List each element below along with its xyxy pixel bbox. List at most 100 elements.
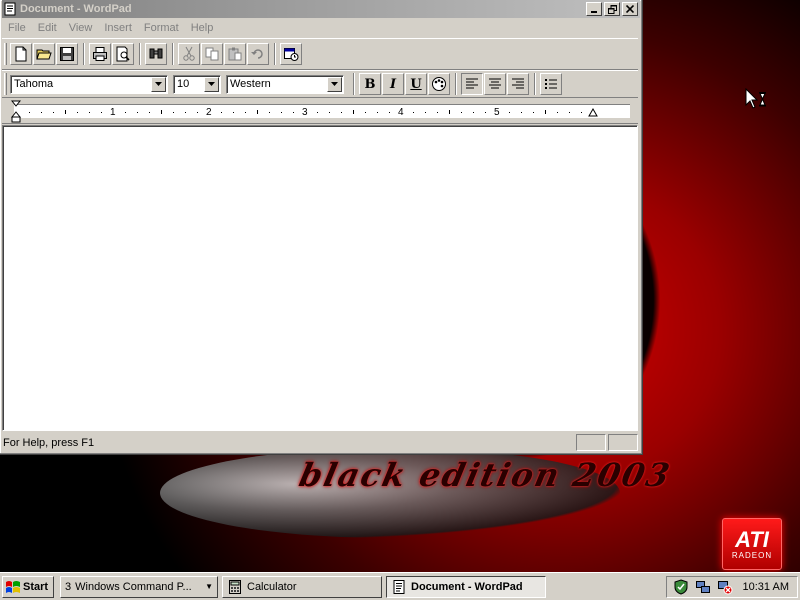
clock[interactable]: 10:31 AM — [743, 581, 789, 593]
start-button[interactable]: Start — [2, 575, 54, 598]
align-right-button[interactable] — [507, 73, 529, 95]
restore-button[interactable] — [604, 2, 620, 16]
bold-button[interactable]: B — [359, 73, 381, 95]
system-tray: 10:31 AM — [666, 575, 798, 598]
toolbar-separator — [274, 43, 276, 65]
ruler-tick — [65, 110, 66, 114]
standard-toolbar — [2, 38, 638, 70]
network-disconnected-icon[interactable] — [717, 579, 733, 595]
align-right-icon — [512, 78, 524, 89]
ruler-tick — [137, 112, 138, 113]
print-button[interactable] — [89, 43, 111, 65]
open-button[interactable] — [33, 43, 55, 65]
size-dropdown-arrow[interactable] — [204, 76, 219, 92]
ruler-tick — [317, 112, 318, 113]
paste-button[interactable] — [224, 43, 246, 65]
title-bar[interactable]: Document - WordPad — [2, 0, 640, 18]
ruler-tick — [521, 112, 522, 113]
print-preview-icon — [116, 46, 130, 62]
minimize-button[interactable] — [586, 2, 602, 16]
new-button[interactable] — [10, 43, 32, 65]
ruler-tick — [581, 112, 582, 113]
task-label: Document - WordPad — [411, 580, 523, 593]
menu-file[interactable]: File — [2, 22, 32, 34]
copy-icon — [205, 47, 219, 61]
ruler-tick — [41, 112, 42, 113]
status-bar: For Help, press F1 — [2, 433, 638, 452]
open-folder-icon — [36, 49, 52, 60]
cut-button[interactable] — [178, 43, 200, 65]
underline-label: U — [410, 76, 422, 92]
toolbar-separator — [455, 73, 457, 95]
align-left-icon — [466, 78, 478, 89]
script-dropdown-arrow[interactable] — [327, 76, 342, 92]
undo-button[interactable] — [247, 43, 269, 65]
save-button[interactable] — [56, 43, 78, 65]
toolbar-grip[interactable] — [4, 43, 7, 65]
ruler-number: 5 — [494, 107, 500, 118]
right-indent-marker-icon[interactable] — [588, 108, 598, 118]
font-name-select[interactable]: Tahoma — [10, 74, 168, 94]
printer-icon — [93, 47, 107, 61]
security-shield-icon[interactable] — [673, 578, 689, 595]
menu-edit[interactable]: Edit — [32, 22, 63, 34]
italic-label: I — [389, 76, 397, 92]
ruler-tick — [281, 112, 282, 113]
menu-view[interactable]: View — [63, 22, 99, 34]
print-preview-button[interactable] — [112, 43, 134, 65]
toolbar-separator — [353, 73, 355, 95]
save-disk-icon — [60, 47, 74, 61]
underline-button[interactable]: U — [405, 73, 427, 95]
toolbar-separator — [534, 73, 536, 95]
ruler-number: 3 — [302, 107, 308, 118]
task-calculator[interactable]: Calculator — [222, 575, 382, 598]
restore-icon — [607, 4, 617, 14]
network-icon[interactable] — [695, 579, 711, 595]
paste-clipboard-icon — [228, 47, 242, 61]
task-command-prompt-group[interactable]: 3 Windows Command P... ▼ — [60, 575, 218, 598]
script-select[interactable]: Western — [226, 74, 344, 94]
wordpad-window: Document - WordPad File Edit View Insert… — [0, 0, 643, 455]
ruler-tick — [533, 112, 534, 113]
font-dropdown-arrow[interactable] — [151, 76, 166, 92]
ruler-tick — [257, 110, 258, 114]
ruler-tick — [509, 112, 510, 113]
formatbar-grip[interactable] — [4, 73, 7, 95]
close-button[interactable] — [622, 2, 638, 16]
font-size-value: 10 — [177, 78, 190, 90]
ruler-number: 4 — [398, 107, 404, 118]
bullet-list-icon — [545, 79, 557, 89]
ruler[interactable]: 1 2 3 4 5 — [2, 100, 638, 124]
document-editor[interactable] — [2, 125, 638, 431]
task-wordpad[interactable]: Document - WordPad — [386, 575, 546, 598]
ruler-tick — [425, 112, 426, 113]
task-label: Windows Command P... — [75, 580, 192, 593]
color-button[interactable] — [428, 73, 450, 95]
find-button[interactable] — [145, 43, 167, 65]
ruler-tick — [53, 112, 54, 113]
bullets-button[interactable] — [540, 73, 562, 95]
window-title: Document - WordPad — [20, 3, 132, 15]
font-size-select[interactable]: 10 — [173, 74, 221, 94]
ruler-tick — [473, 112, 474, 113]
new-document-icon — [15, 46, 27, 62]
ruler-tick — [413, 112, 414, 113]
left-indent-marker-icon[interactable] — [11, 100, 21, 124]
ruler-tick — [557, 112, 558, 113]
ruler-tick — [197, 112, 198, 113]
menu-format[interactable]: Format — [138, 22, 185, 34]
chevron-down-icon — [155, 82, 162, 86]
ruler-tick — [437, 112, 438, 113]
italic-button[interactable]: I — [382, 73, 404, 95]
date-time-button[interactable] — [280, 43, 302, 65]
ruler-tick — [461, 112, 462, 113]
menu-insert[interactable]: Insert — [98, 22, 138, 34]
menu-help[interactable]: Help — [185, 22, 220, 34]
copy-button[interactable] — [201, 43, 223, 65]
minimize-icon — [591, 11, 597, 13]
align-center-button[interactable] — [484, 73, 506, 95]
ruler-tick — [329, 112, 330, 113]
ati-logo: ATI RADEON — [722, 518, 782, 570]
align-left-button[interactable] — [461, 73, 483, 95]
bold-label: B — [364, 76, 376, 92]
